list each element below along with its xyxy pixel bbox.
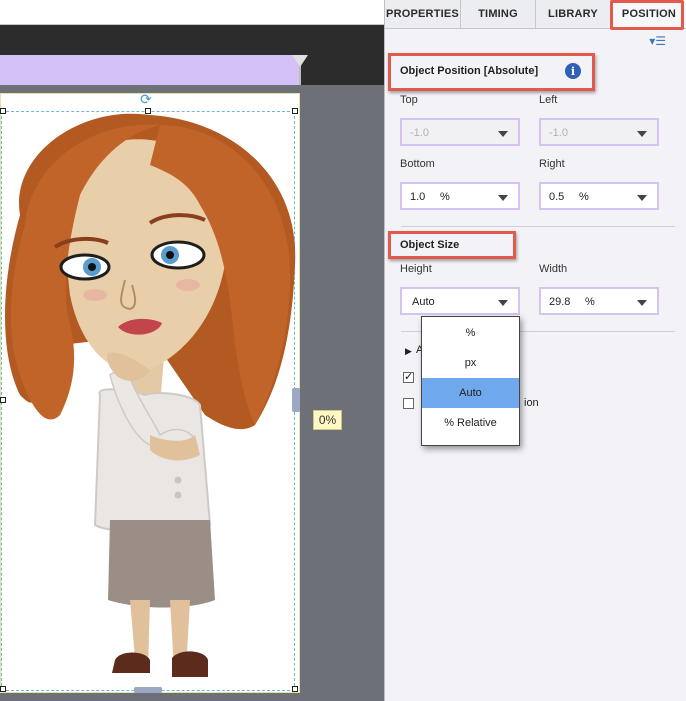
object-size-title: Object Size [400,239,460,251]
checkbox-checked[interactable]: ✓ [403,372,414,383]
height-value: Auto [412,296,435,308]
playhead-marker[interactable] [292,55,308,67]
checkbox-unchecked[interactable] [403,398,414,409]
bottom-field[interactable]: 1.0 % [400,182,520,210]
info-icon[interactable]: i [565,63,581,79]
tab-timing[interactable]: TIMING [461,0,536,28]
bottom-label: Bottom [400,158,435,170]
width-value: 29.8 [549,296,571,308]
timeline-bar[interactable] [0,55,300,85]
properties-panel: PROPERTIES TIMING LIBRARY POSITION ▾☰ Ob… [384,0,686,701]
bottom-value: 1.0 [410,191,426,203]
stage-top-bar [0,0,384,25]
chevron-down-icon [637,300,647,306]
left-field[interactable]: -1.0 [539,118,659,146]
dropdown-option-auto[interactable]: Auto [422,378,519,408]
chevron-down-icon [637,195,647,201]
section-divider [401,226,675,227]
top-field[interactable]: -1.0 [400,118,520,146]
chevron-down-icon [498,195,508,201]
stage-area: ⟳ 0% [0,0,384,701]
chevron-down-icon [498,300,508,306]
right-field[interactable]: 0.5 % [539,182,659,210]
tab-properties[interactable]: PROPERTIES [385,0,461,28]
panel-menu-icon[interactable]: ▾☰ [649,34,666,48]
top-value: -1.0 [410,127,429,139]
width-label: Width [539,263,568,275]
expand-arrow-icon[interactable]: ▶ [405,346,412,357]
left-label: Left [539,94,558,106]
dropdown-option-px[interactable]: px [422,348,519,378]
unit-dropdown-menu: % px Auto % Relative [421,316,520,446]
tab-library[interactable]: LIBRARY [536,0,611,28]
height-field[interactable]: Auto [400,287,520,315]
chevron-down-icon [498,131,508,137]
checkbox-label: ion [524,397,539,409]
dropdown-option-percent[interactable]: % [422,318,519,348]
right-unit: % [579,191,589,203]
character-illustration [5,113,296,677]
dropdown-option-percent-relative[interactable]: % Relative [422,408,519,438]
stage-toolbar [0,25,384,55]
object-position-title: Object Position [Absolute] [400,65,539,77]
panel-tabs: PROPERTIES TIMING LIBRARY POSITION [385,0,686,29]
progress-badge: 0% [313,410,342,430]
timeline-remainder [300,55,384,85]
width-field[interactable]: 29.8 % [539,287,659,315]
tab-position[interactable]: POSITION [611,0,686,28]
bottom-unit: % [440,191,450,203]
chevron-down-icon [637,131,647,137]
width-unit: % [585,296,595,308]
height-label: Height [400,263,432,275]
right-value: 0.5 [549,191,565,203]
right-label: Right [539,158,565,170]
top-label: Top [400,94,418,106]
left-value: -1.0 [549,127,568,139]
